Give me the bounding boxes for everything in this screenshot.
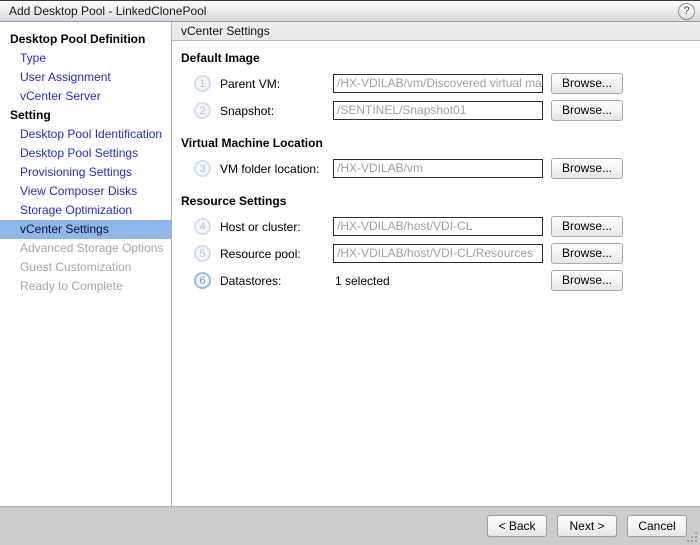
add-desktop-pool-dialog: Add Desktop Pool - LinkedClonePool ? Des… [0, 0, 700, 545]
host-or-cluster-input[interactable]: /HX-VDILAB/host/VDI-CL [333, 217, 543, 236]
nav-group-title: Setting [0, 106, 171, 125]
step-badge-6: 6 [194, 272, 211, 289]
title-bar: Add Desktop Pool - LinkedClonePool ? [0, 0, 700, 22]
help-circle-icon[interactable]: ? [678, 3, 695, 20]
snapshot-input[interactable]: /SENTINEL/Snapshot01 [333, 101, 543, 120]
sidebar-item-advanced-storage-options: Advanced Storage Options [0, 239, 171, 258]
wizard-sidebar: Desktop Pool DefinitionTypeUser Assignme… [0, 22, 172, 506]
next-button[interactable]: Next > [557, 515, 617, 537]
back-button[interactable]: < Back [487, 515, 547, 537]
footer-button-group: < Back Next > Cancel [477, 515, 687, 537]
browse-button-datastores[interactable]: Browse... [551, 270, 623, 291]
field-row-datastores: 6 Datastores:1 selected Browse... [172, 267, 700, 294]
browse-button-resource-pool[interactable]: Browse... [551, 243, 623, 264]
form-section: Default Image 1 Parent VM:/HX-VDILAB/vm/Di… [172, 50, 700, 124]
field-row-vm-folder-location: 3 VM folder location:/HX-VDILAB/vm Browse.… [172, 155, 700, 182]
field-row-snapshot: 2 Snapshot:/SENTINEL/Snapshot01 Browse... [172, 97, 700, 124]
step-badge-5: 5 [194, 245, 211, 262]
form-section: Resource Settings 4 Host or cluster:/HX-VD… [172, 193, 700, 294]
settings-form: Default Image 1 Parent VM:/HX-VDILAB/vm/Di… [172, 41, 700, 506]
sidebar-item-user-assignment[interactable]: User Assignment [0, 68, 171, 87]
browse-button-host-or-cluster[interactable]: Browse... [551, 216, 623, 237]
step-badge-3: 3 [194, 160, 211, 177]
field-label-snapshot: Snapshot: [220, 104, 333, 118]
section-title: Default Image [181, 50, 700, 66]
window-title: Add Desktop Pool - LinkedClonePool [0, 4, 206, 18]
step-badge-4: 4 [194, 218, 211, 235]
browse-button-vm-folder-location[interactable]: Browse... [551, 158, 623, 179]
sidebar-item-type[interactable]: Type [0, 49, 171, 68]
field-label-host-or-cluster: Host or cluster: [220, 220, 333, 234]
form-section: Virtual Machine Location 3 VM folder locat… [172, 135, 700, 182]
step-badge-2: 2 [194, 102, 211, 119]
field-label-parent-vm: Parent VM: [220, 77, 333, 91]
browse-button-snapshot[interactable]: Browse... [551, 100, 623, 121]
sidebar-item-desktop-pool-settings[interactable]: Desktop Pool Settings [0, 144, 171, 163]
sidebar-item-provisioning-settings[interactable]: Provisioning Settings [0, 163, 171, 182]
datastores-value: 1 selected [333, 274, 543, 288]
content-panel: vCenter Settings Default Image 1 Parent VM… [172, 22, 700, 506]
sidebar-item-ready-to-complete: Ready to Complete [0, 277, 171, 296]
field-row-host-or-cluster: 4 Host or cluster:/HX-VDILAB/host/VDI-CL B… [172, 213, 700, 240]
cancel-button[interactable]: Cancel [627, 515, 687, 537]
field-label-datastores: Datastores: [220, 274, 333, 288]
dialog-footer: < Back Next > Cancel [0, 506, 700, 545]
sidebar-item-view-composer-disks[interactable]: View Composer Disks [0, 182, 171, 201]
vm-folder-location-input[interactable]: /HX-VDILAB/vm [333, 159, 543, 178]
step-badge-1: 1 [194, 75, 211, 92]
parent-vm-input[interactable]: /HX-VDILAB/vm/Discovered virtual mac [333, 74, 543, 93]
field-label-vm-folder-location: VM folder location: [220, 162, 333, 176]
sidebar-item-vcenter-settings[interactable]: vCenter Settings [0, 220, 171, 239]
sidebar-item-storage-optimization[interactable]: Storage Optimization [0, 201, 171, 220]
sidebar-item-desktop-pool-identification[interactable]: Desktop Pool Identification [0, 125, 171, 144]
browse-button-parent-vm[interactable]: Browse... [551, 73, 623, 94]
section-title: Resource Settings [181, 193, 700, 209]
field-row-resource-pool: 5 Resource pool:/HX-VDILAB/host/VDI-CL/Re… [172, 240, 700, 267]
resource-pool-input[interactable]: /HX-VDILAB/host/VDI-CL/Resources [333, 244, 543, 263]
field-row-parent-vm: 1 Parent VM:/HX-VDILAB/vm/Discovered virt… [172, 70, 700, 97]
dialog-body: Desktop Pool DefinitionTypeUser Assignme… [0, 22, 700, 506]
sidebar-item-vcenter-server[interactable]: vCenter Server [0, 87, 171, 106]
content-panel-header: vCenter Settings [172, 22, 700, 41]
nav-group-title: Desktop Pool Definition [0, 30, 171, 49]
sidebar-item-guest-customization: Guest Customization [0, 258, 171, 277]
resize-grip-icon[interactable] [686, 531, 698, 543]
section-title: Virtual Machine Location [181, 135, 700, 151]
field-label-resource-pool: Resource pool: [220, 247, 333, 261]
